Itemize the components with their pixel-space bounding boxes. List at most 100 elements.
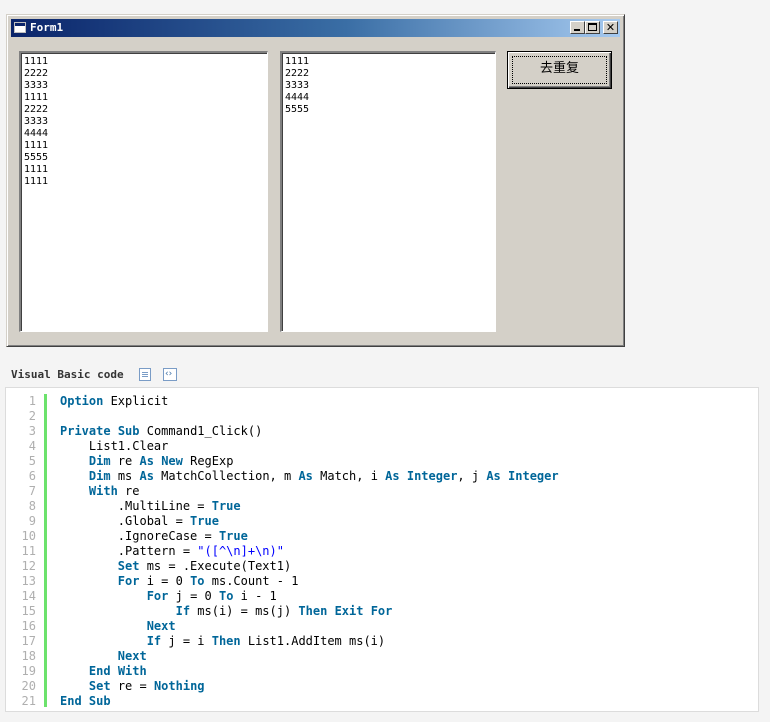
line-number: 4: [28, 439, 36, 453]
code-line: 3 Private Sub Command1_Click(): [6, 424, 559, 439]
code-line: 17 If j = i Then List1.AddItem ms(i): [6, 634, 559, 649]
close-button[interactable]: ✕: [603, 21, 618, 34]
textbox-line: 2222: [24, 68, 49, 79]
code-keyword: Nothing: [153, 679, 205, 693]
code-keyword: Private: [60, 424, 111, 438]
window-titlebar[interactable]: Form1 ✕: [11, 19, 620, 37]
line-number: 11: [21, 544, 36, 558]
list1-listbox[interactable]: 1111 2222 3333 4444 5555: [280, 51, 496, 332]
code-line: 9 .Global = True: [6, 514, 559, 529]
code-string: "([^\n]+\n)": [197, 544, 284, 558]
textbox-line: 3333: [24, 116, 49, 127]
code-keyword: Integer: [406, 469, 458, 483]
code-keyword: To: [218, 589, 234, 603]
code-line: 1 Option Explicit: [6, 394, 559, 409]
maximize-button[interactable]: [585, 21, 600, 34]
code-line: 12 Set ms = .Execute(Text1): [6, 559, 559, 574]
code-line: 14 For j = 0 To i - 1: [6, 589, 559, 604]
code-line: 8 .MultiLine = True: [6, 499, 559, 514]
code-line: 16 Next: [6, 619, 559, 634]
code-text: Match, i: [312, 469, 386, 483]
view-source-icon[interactable]: [163, 368, 177, 381]
textbox-line: 1111: [24, 140, 49, 151]
line-number: 15: [21, 604, 36, 618]
list-item: 4444: [285, 92, 310, 103]
list-item: 2222: [285, 68, 310, 79]
code-keyword: As: [298, 469, 313, 483]
code-text: j = i: [161, 634, 212, 648]
maximize-icon: [588, 23, 597, 31]
code-keyword: True: [190, 514, 219, 528]
textbox-line: 5555: [24, 152, 49, 163]
line-number: 9: [28, 514, 36, 528]
code-keyword: Integer: [508, 469, 559, 483]
code-keyword: As: [139, 454, 154, 468]
code-line: 2: [6, 409, 559, 424]
code-keyword: Set: [117, 559, 140, 573]
code-keyword: Then: [211, 634, 241, 648]
textbox-line: 1111: [24, 56, 49, 67]
textbox-line: 1111: [24, 164, 49, 175]
dedupe-command-button[interactable]: 去重复: [507, 51, 612, 89]
code-text: ms: [110, 469, 140, 483]
form-icon: [14, 22, 26, 33]
code-text: ms = .Execute(Text1): [139, 559, 292, 573]
code-keyword: As: [139, 469, 154, 483]
code-listing: 1 Option Explicit 2 3 Private Sub Command1_C…: [5, 387, 759, 712]
minimize-button[interactable]: [570, 21, 585, 34]
code-keyword: True: [218, 529, 248, 543]
code-line: 19 End With: [6, 664, 559, 679]
list-item: 3333: [285, 80, 310, 91]
line-number: 21: [21, 694, 36, 708]
line-number: 17: [21, 634, 36, 648]
code-keyword: Sub: [117, 424, 140, 438]
copy-code-icon[interactable]: [139, 368, 151, 381]
form1-window: Form1 ✕ 1111 2222 3333 1111 2222 3333 4444 1111…: [6, 14, 625, 347]
code-block-title: Visual Basic code: [11, 368, 124, 381]
code-text: , j: [457, 469, 487, 483]
code-line: 20 Set re = Nothing: [6, 679, 559, 694]
code-keyword: Option: [60, 394, 104, 408]
code-text: i - 1: [233, 589, 277, 603]
line-number: 13: [21, 574, 36, 588]
text1-textbox[interactable]: 1111 2222 3333 1111 2222 3333 4444 1111 5555 1111…: [19, 51, 268, 332]
textbox-line: 4444: [24, 128, 49, 139]
code-keyword: Sub: [88, 694, 111, 708]
code-text: List1.AddItem ms(i): [240, 634, 386, 648]
code-text: i = 0: [139, 574, 191, 588]
code-line: 11 .Pattern = "([^\n]+\n)": [6, 544, 559, 559]
list-item: 1111: [285, 56, 310, 67]
code-keyword: Next: [146, 619, 176, 633]
code-text: Explicit: [103, 394, 169, 408]
line-number: 5: [28, 454, 36, 468]
code-text: List1.Clear: [60, 439, 169, 453]
code-text: ms.Count - 1: [204, 574, 299, 588]
line-number: 2: [28, 409, 36, 423]
code-keyword: Dim: [88, 469, 111, 483]
code-keyword: End: [60, 694, 82, 708]
code-keyword: True: [211, 499, 241, 513]
textbox-line: 1111: [24, 92, 49, 103]
code-text: .Pattern =: [60, 544, 198, 558]
code-text: MatchCollection, m: [153, 469, 299, 483]
textbox-line: 2222: [24, 104, 49, 115]
code-keyword: For: [117, 574, 140, 588]
textbox-line: 1111: [24, 176, 49, 187]
line-number: 7: [28, 484, 36, 498]
line-number: 19: [21, 664, 36, 678]
code-keyword: Then: [298, 604, 328, 618]
code-text: .IgnoreCase =: [60, 529, 219, 543]
line-number: 14: [21, 589, 36, 603]
code-text: ms(i) = ms(j): [190, 604, 299, 618]
